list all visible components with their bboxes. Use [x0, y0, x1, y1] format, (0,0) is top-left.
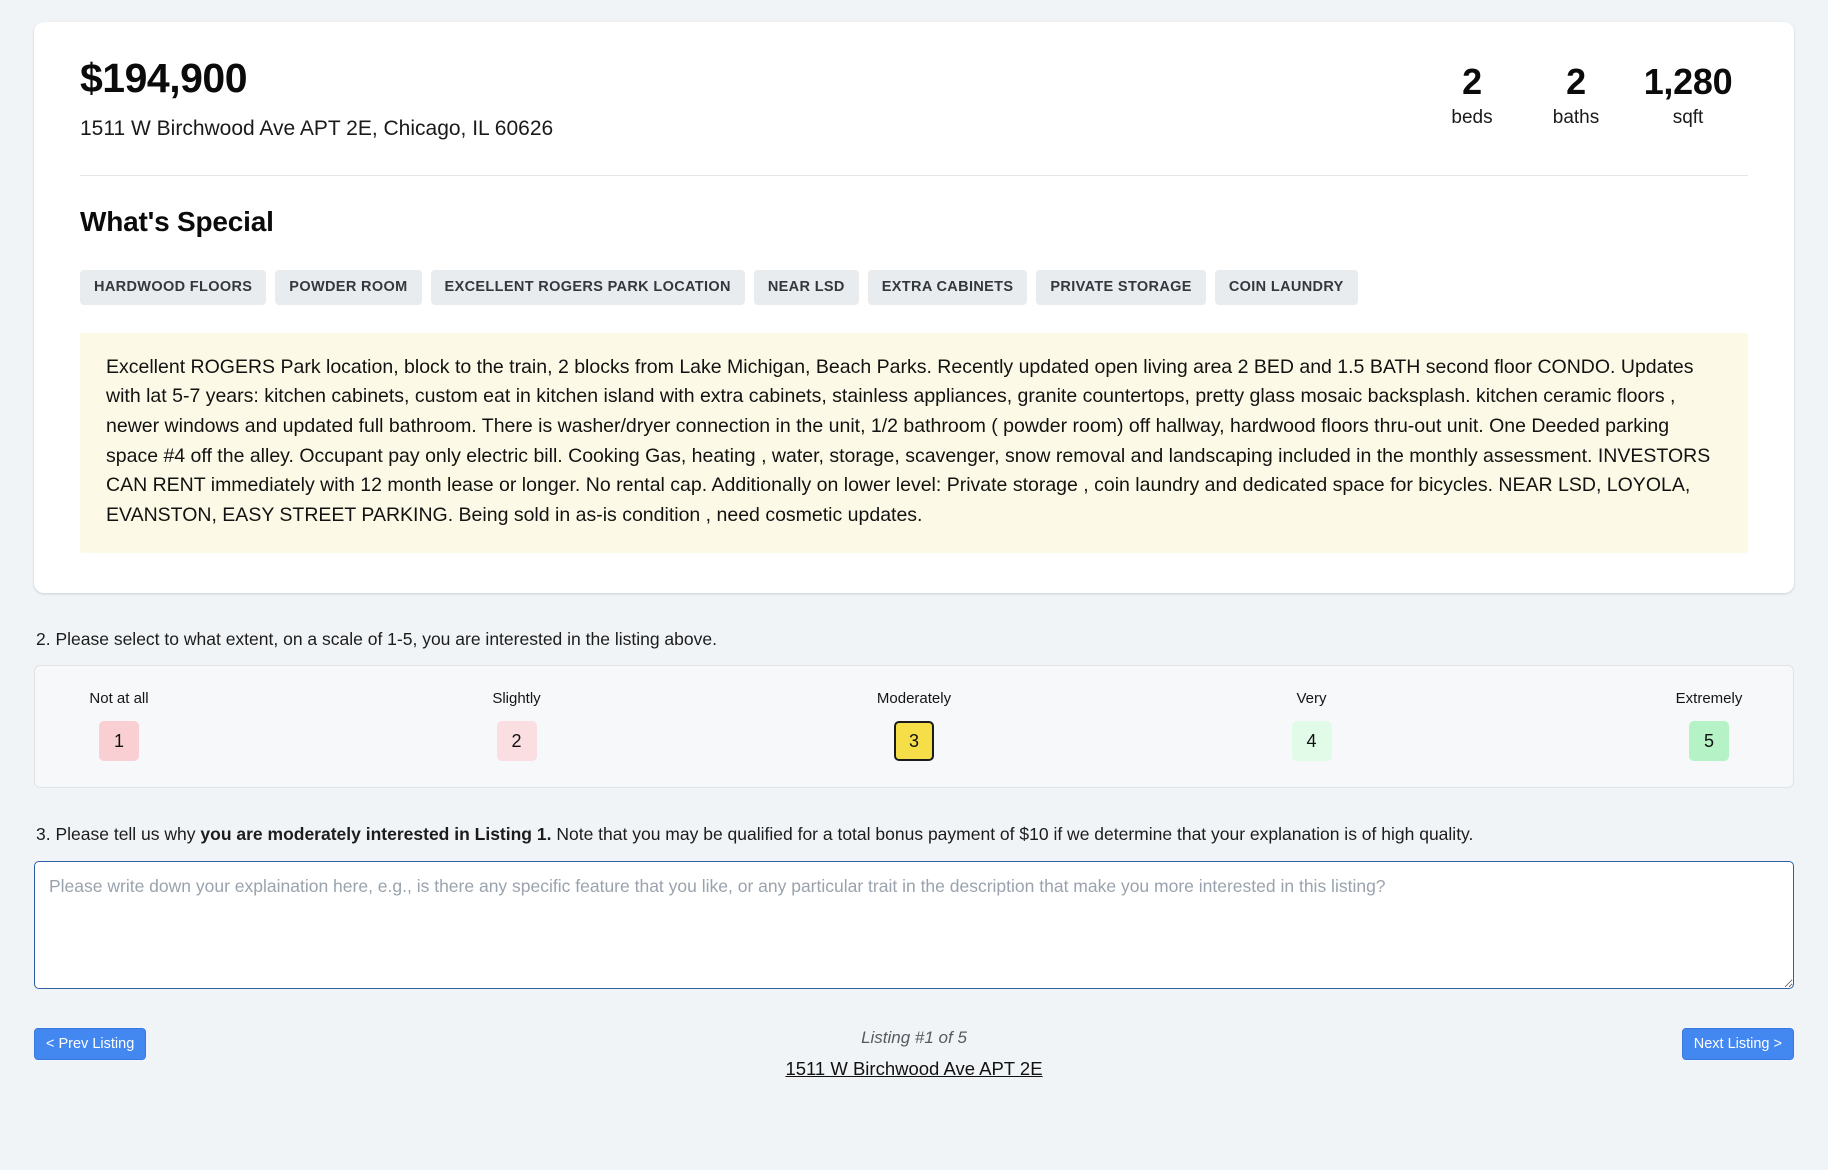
feature-tag-list: HARDWOOD FLOORS POWDER ROOM EXCELLENT RO…	[80, 270, 1748, 305]
question-3-prefix: 3. Please tell us why	[36, 824, 201, 845]
question-2-text: 2. Please select to what extent, on a sc…	[36, 628, 717, 649]
listing-facts: 2 beds 2 baths 1,280 sqft	[1420, 56, 1748, 129]
listing-description: Excellent ROGERS Park location, block to…	[80, 332, 1748, 553]
listing-identity: $194,900 1511 W Birchwood Ave APT 2E, Ch…	[80, 55, 554, 141]
whats-special-title: What's Special	[80, 206, 274, 238]
scale-option-3[interactable]: Moderately 3	[866, 690, 962, 762]
scale-option-5[interactable]: Extremely 5	[1661, 690, 1757, 762]
scale-option-4[interactable]: Very 4	[1264, 690, 1360, 762]
listing-address: 1511 W Birchwood Ave APT 2E, Chicago, IL…	[80, 116, 554, 140]
listing-card: $194,900 1511 W Birchwood Ave APT 2E, Ch…	[34, 22, 1794, 593]
survey-page: $194,900 1511 W Birchwood Ave APT 2E, Ch…	[0, 0, 1828, 1100]
scale-button-4[interactable]: 4	[1291, 721, 1332, 762]
explanation-wrapper	[34, 860, 1794, 994]
scale-option-1[interactable]: Not at all 1	[71, 690, 167, 762]
listing-counter: Listing #1 of 5	[861, 1027, 967, 1047]
scale-button-3[interactable]: 3	[894, 721, 934, 762]
bottom-navigation: < Prev Listing Listing #1 of 5 1511 W Bi…	[34, 1027, 1794, 1100]
sqft-label: sqft	[1672, 107, 1704, 129]
listing-position: Listing #1 of 5 1511 W Birchwood Ave APT…	[146, 1028, 1681, 1080]
interest-scale: Not at all 1 Slightly 2 Moderately 3 Ver…	[34, 665, 1794, 789]
fact-beds: 2 beds	[1420, 61, 1524, 129]
scale-label-4: Very	[1296, 690, 1327, 708]
listing-price: $194,900	[80, 55, 248, 101]
next-listing-button[interactable]: Next Listing >	[1681, 1027, 1794, 1061]
header-divider	[80, 175, 1748, 177]
prev-listing-button[interactable]: < Prev Listing	[34, 1027, 147, 1061]
beds-label: beds	[1451, 107, 1493, 129]
scale-label-3: Moderately	[876, 690, 952, 708]
fact-baths: 2 baths	[1524, 61, 1628, 129]
scale-label-2: Slightly	[492, 690, 541, 708]
feature-tag: EXTRA CABINETS	[867, 270, 1028, 305]
feature-tag: EXCELLENT ROGERS PARK LOCATION	[430, 270, 745, 305]
feature-tag: POWDER ROOM	[275, 270, 422, 305]
feature-tag: COIN LAUNDRY	[1214, 270, 1358, 305]
baths-label: baths	[1552, 107, 1600, 129]
scale-label-5: Extremely	[1675, 690, 1743, 708]
scale-option-2[interactable]: Slightly 2	[469, 690, 565, 762]
current-listing-link[interactable]: 1511 W Birchwood Ave APT 2E	[785, 1058, 1042, 1080]
feature-tag: NEAR LSD	[753, 270, 859, 305]
feature-tag: PRIVATE STORAGE	[1036, 270, 1206, 305]
scale-button-1[interactable]: 1	[99, 721, 139, 762]
explanation-textarea[interactable]	[34, 860, 1794, 989]
question-3-bold: you are moderately interested in Listing…	[200, 824, 552, 845]
sqft-value: 1,280	[1643, 61, 1733, 102]
scale-label-1: Not at all	[89, 690, 149, 708]
scale-button-5[interactable]: 5	[1689, 721, 1729, 762]
listing-header: $194,900 1511 W Birchwood Ave APT 2E, Ch…	[80, 55, 1748, 141]
question-3-suffix: Note that you may be qualified for a tot…	[551, 824, 1474, 845]
beds-value: 2	[1462, 61, 1482, 102]
feature-tag: HARDWOOD FLOORS	[80, 270, 267, 305]
baths-value: 2	[1566, 61, 1586, 102]
fact-sqft: 1,280 sqft	[1628, 61, 1748, 129]
scale-button-2[interactable]: 2	[496, 721, 537, 762]
question-3-text: 3. Please tell us why you are moderately…	[36, 822, 1794, 847]
